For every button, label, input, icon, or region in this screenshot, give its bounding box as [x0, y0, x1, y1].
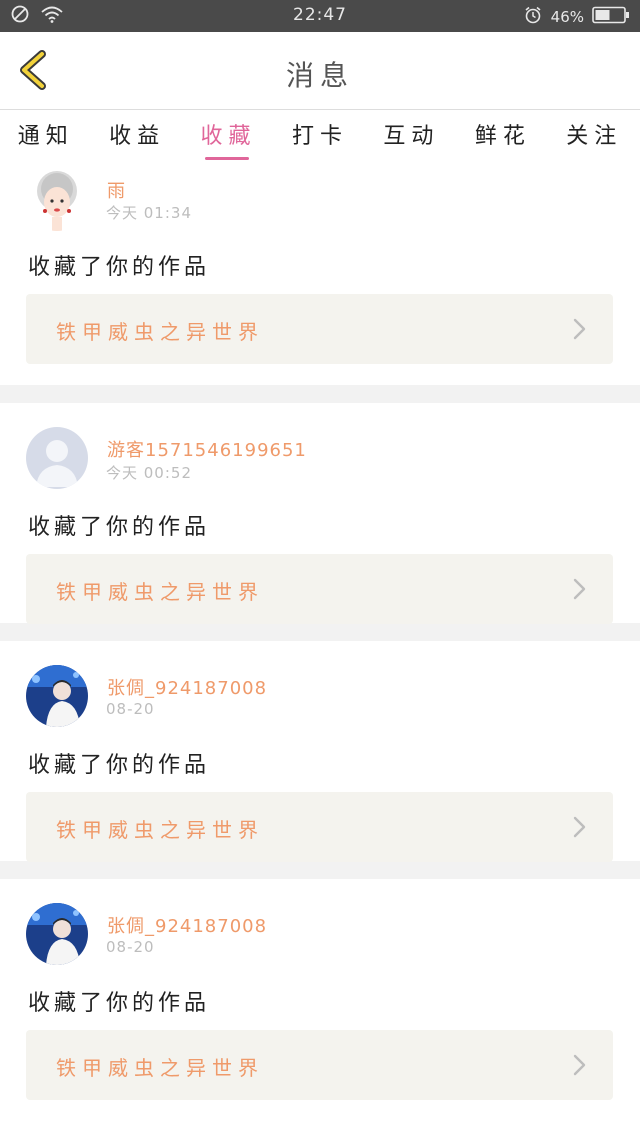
- action-text: 收藏了你的作品: [28, 515, 211, 540]
- divider: [0, 623, 640, 641]
- divider: [0, 861, 640, 879]
- work-title: 铁甲威虫之异世界: [56, 580, 264, 604]
- work-link[interactable]: 铁甲威虫之异世界: [26, 294, 613, 364]
- avatar[interactable]: [26, 169, 88, 231]
- avatar-photo-icon: [26, 903, 88, 965]
- action-text: 收藏了你的作品: [28, 991, 211, 1016]
- action-text: 收藏了你的作品: [28, 255, 211, 280]
- work-link[interactable]: 铁甲威虫之异世界: [26, 554, 613, 624]
- status-bar: 22:47 46%: [0, 0, 640, 32]
- tab-interaction[interactable]: 互动: [379, 118, 443, 150]
- avatar[interactable]: [26, 427, 88, 489]
- avatar[interactable]: [26, 903, 88, 965]
- work-title: 铁甲威虫之异世界: [56, 320, 264, 344]
- page-title: 消息: [285, 59, 354, 92]
- tab-checkin[interactable]: 打卡: [288, 118, 352, 150]
- avatar-photo-icon: [26, 665, 88, 727]
- message-time: 08-20: [106, 700, 155, 718]
- user-name[interactable]: 张倜_924187008: [107, 912, 267, 938]
- divider: [0, 385, 640, 403]
- message-time: 08-20: [106, 938, 155, 956]
- alarm-icon: [523, 5, 543, 29]
- work-title: 铁甲威虫之异世界: [56, 1056, 264, 1080]
- message-time: 今天 00:52: [106, 464, 192, 482]
- tab-notice[interactable]: 通知: [14, 118, 78, 150]
- title-bar: 消息: [0, 32, 640, 110]
- chevron-right-icon: [573, 318, 587, 344]
- tab-flowers[interactable]: 鲜花: [471, 118, 535, 150]
- battery-percent: 46%: [550, 8, 584, 26]
- user-name[interactable]: 游客1571546199651: [107, 436, 307, 462]
- user-name[interactable]: 雨: [107, 177, 126, 203]
- default-user-icon: [26, 427, 88, 489]
- tab-follow[interactable]: 关注: [562, 118, 626, 150]
- category-tabs: 通知 收益 收藏 打卡 互动 鲜花 关注: [0, 110, 640, 165]
- message-time: 今天 01:34: [106, 204, 192, 222]
- tab-favorites[interactable]: 收藏: [197, 118, 261, 160]
- message-list: 雨 今天 01:34 收藏了你的作品 铁甲威虫之异世界 游客1571546199…: [0, 165, 640, 1100]
- work-link[interactable]: 铁甲威虫之异世界: [26, 792, 613, 862]
- avatar[interactable]: [26, 665, 88, 727]
- chevron-right-icon: [573, 578, 587, 604]
- list-item: 雨 今天 01:34 收藏了你的作品 铁甲威虫之异世界: [0, 165, 640, 385]
- battery-icon: [592, 6, 630, 28]
- work-title: 铁甲威虫之异世界: [56, 818, 264, 842]
- action-text: 收藏了你的作品: [28, 753, 211, 778]
- user-name[interactable]: 张倜_924187008: [107, 674, 267, 700]
- tab-earnings[interactable]: 收益: [105, 118, 169, 150]
- work-link[interactable]: 铁甲威虫之异世界: [26, 1030, 613, 1100]
- chevron-right-icon: [573, 1054, 587, 1080]
- list-item: 张倜_924187008 08-20 收藏了你的作品 铁甲威虫之异世界: [0, 879, 640, 1100]
- list-item: 张倜_924187008 08-20 收藏了你的作品 铁甲威虫之异世界: [0, 641, 640, 862]
- list-item: 游客1571546199651 今天 00:52 收藏了你的作品 铁甲威虫之异世…: [0, 403, 640, 624]
- chevron-right-icon: [573, 816, 587, 842]
- avatar-girl-icon: [26, 169, 88, 231]
